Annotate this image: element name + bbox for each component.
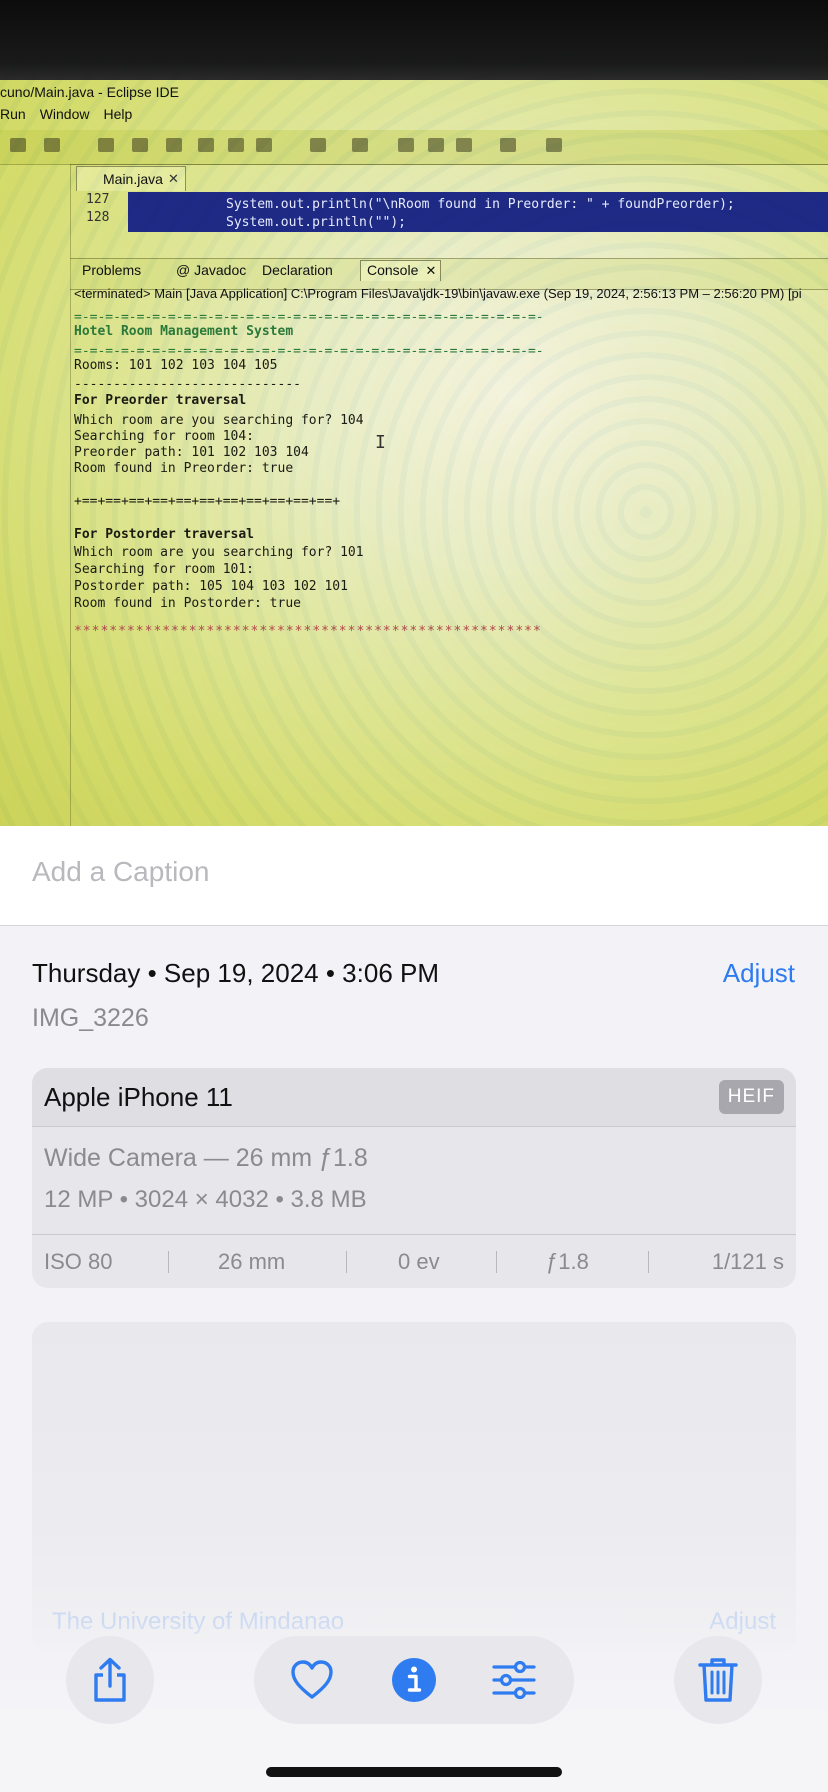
eclipse-toolbar xyxy=(0,130,828,165)
edit-button[interactable] xyxy=(470,1636,558,1724)
toolbar-icon xyxy=(310,138,326,152)
divider xyxy=(648,1251,649,1273)
code-line: System.out.println("\nRoom found in Preo… xyxy=(226,197,735,212)
menu-window: Window xyxy=(39,106,90,122)
toolbar-icon xyxy=(456,138,472,152)
editor-tab-label: Main.java xyxy=(103,171,163,187)
tab-console: Console ✕ xyxy=(360,260,442,281)
toolbar-icon xyxy=(256,138,272,152)
line-number: 127 xyxy=(86,192,110,207)
photo-view[interactable]: cuno/Main.java - Eclipse IDE Run Window … xyxy=(0,0,828,826)
console-line: Preorder path: 101 102 103 104 xyxy=(74,445,309,460)
console-line: Which room are you searching for? 104 xyxy=(74,413,364,428)
menu-help: Help xyxy=(103,106,133,122)
code-line: System.out.println(""); xyxy=(226,215,407,230)
console-line: Room found in Postorder: true xyxy=(74,596,301,611)
console-line: For Postorder traversal xyxy=(74,527,255,542)
exif-row: ISO 80 26 mm 0 ev ƒ1.8 1/121 s xyxy=(32,1234,796,1288)
tab-declaration: Declaration xyxy=(262,262,333,278)
console-line: Room found in Preorder: true xyxy=(74,461,294,476)
lens-info: Wide Camera — 26 mm ƒ1.8 xyxy=(44,1144,368,1172)
console-line: +==+==+==+==+==+==+==+==+==+==+==+ xyxy=(74,494,341,509)
device-name: Apple iPhone 11 xyxy=(44,1082,233,1112)
camera-info-header: Apple iPhone 11 HEIF xyxy=(32,1068,796,1127)
toolbar-icon xyxy=(44,138,60,152)
trash-icon xyxy=(698,1658,738,1702)
tab-javadoc: @ Javadoc xyxy=(176,262,247,278)
console-line: Searching for room 101: xyxy=(74,562,255,577)
console-header: <terminated> Main [Java Application] C:\… xyxy=(74,286,802,301)
close-icon: ✕ xyxy=(168,171,179,186)
tab-problems: Problems xyxy=(82,262,142,278)
toolbar-icon xyxy=(428,138,444,152)
photo-filename: IMG_3226 xyxy=(32,1004,149,1032)
eclipse-window-title: cuno/Main.java - Eclipse IDE xyxy=(0,84,179,100)
menu-run: Run xyxy=(0,106,26,122)
divider xyxy=(496,1251,497,1273)
photo-date: Thursday • Sep 19, 2024 • 3:06 PM xyxy=(32,958,439,988)
toolbar-icon xyxy=(98,138,114,152)
heart-icon xyxy=(291,1660,333,1699)
photo-actions-group xyxy=(254,1636,574,1724)
share-icon xyxy=(94,1657,126,1702)
console-line: For Preorder traversal xyxy=(74,393,247,408)
text-cursor-icon: I xyxy=(375,432,386,453)
exif-exposure-value: 0 ev xyxy=(398,1249,440,1274)
console-line: Searching for room 104: xyxy=(74,429,255,444)
eclipse-menubar: Run Window Help xyxy=(0,106,132,122)
console-line: Rooms: 101 102 103 104 105 xyxy=(74,358,278,373)
delete-button[interactable] xyxy=(674,1636,762,1724)
monitor-bezel xyxy=(0,0,828,80)
console-line: Hotel Room Management System xyxy=(74,324,294,339)
line-number: 128 xyxy=(86,210,110,225)
toolbar-icon xyxy=(166,138,182,152)
location-map[interactable]: The University of Mindanao Adjust xyxy=(32,1322,796,1652)
console-line: ----------------------------- xyxy=(74,377,301,392)
divider xyxy=(346,1251,347,1273)
toolbar-icon xyxy=(398,138,414,152)
image-specs: 12 MP • 3024 × 4032 • 3.8 MB xyxy=(44,1186,367,1213)
close-icon: ✕ xyxy=(425,263,437,278)
home-indicator[interactable] xyxy=(266,1767,562,1777)
console-line: Which room are you searching for? 101 xyxy=(74,545,364,560)
console-line: Postorder path: 105 104 103 102 101 xyxy=(74,579,348,594)
toolbar-icon xyxy=(10,138,26,152)
toolbar-icon xyxy=(228,138,244,152)
info-icon xyxy=(392,1658,436,1702)
package-explorer-edge xyxy=(0,164,71,826)
toolbar-icon xyxy=(546,138,562,152)
caption-field[interactable]: Add a Caption xyxy=(0,826,828,926)
format-badge: HEIF xyxy=(718,1080,784,1114)
camera-info-card: Apple iPhone 11 HEIF Wide Camera — 26 mm… xyxy=(32,1068,796,1288)
sliders-icon xyxy=(492,1660,536,1700)
divider xyxy=(168,1251,169,1273)
adjust-date-button[interactable]: Adjust xyxy=(723,958,795,989)
editor-tab-main-java: Main.java ✕ xyxy=(76,166,186,191)
tab-console-label: Console xyxy=(367,262,419,278)
share-button[interactable] xyxy=(66,1636,154,1724)
toolbar-icon xyxy=(132,138,148,152)
console-line: ****************************************… xyxy=(74,624,542,639)
info-button[interactable] xyxy=(370,1636,458,1724)
exif-aperture: ƒ1.8 xyxy=(546,1249,589,1274)
exif-focal-length: 26 mm xyxy=(218,1249,286,1274)
exif-iso: ISO 80 xyxy=(44,1249,113,1274)
console-line: =-=-=-=-=-=-=-=-=-=-=-=-=-=-=-=-=-=-=-=-… xyxy=(74,344,544,359)
favorite-button[interactable] xyxy=(268,1636,356,1724)
console-line: =-=-=-=-=-=-=-=-=-=-=-=-=-=-=-=-=-=-=-=-… xyxy=(74,310,544,325)
toolbar-icon xyxy=(198,138,214,152)
exif-shutter-speed: 1/121 s xyxy=(711,1249,784,1274)
toolbar-icon xyxy=(500,138,516,152)
caption-placeholder: Add a Caption xyxy=(32,856,210,887)
toolbar-icon xyxy=(352,138,368,152)
